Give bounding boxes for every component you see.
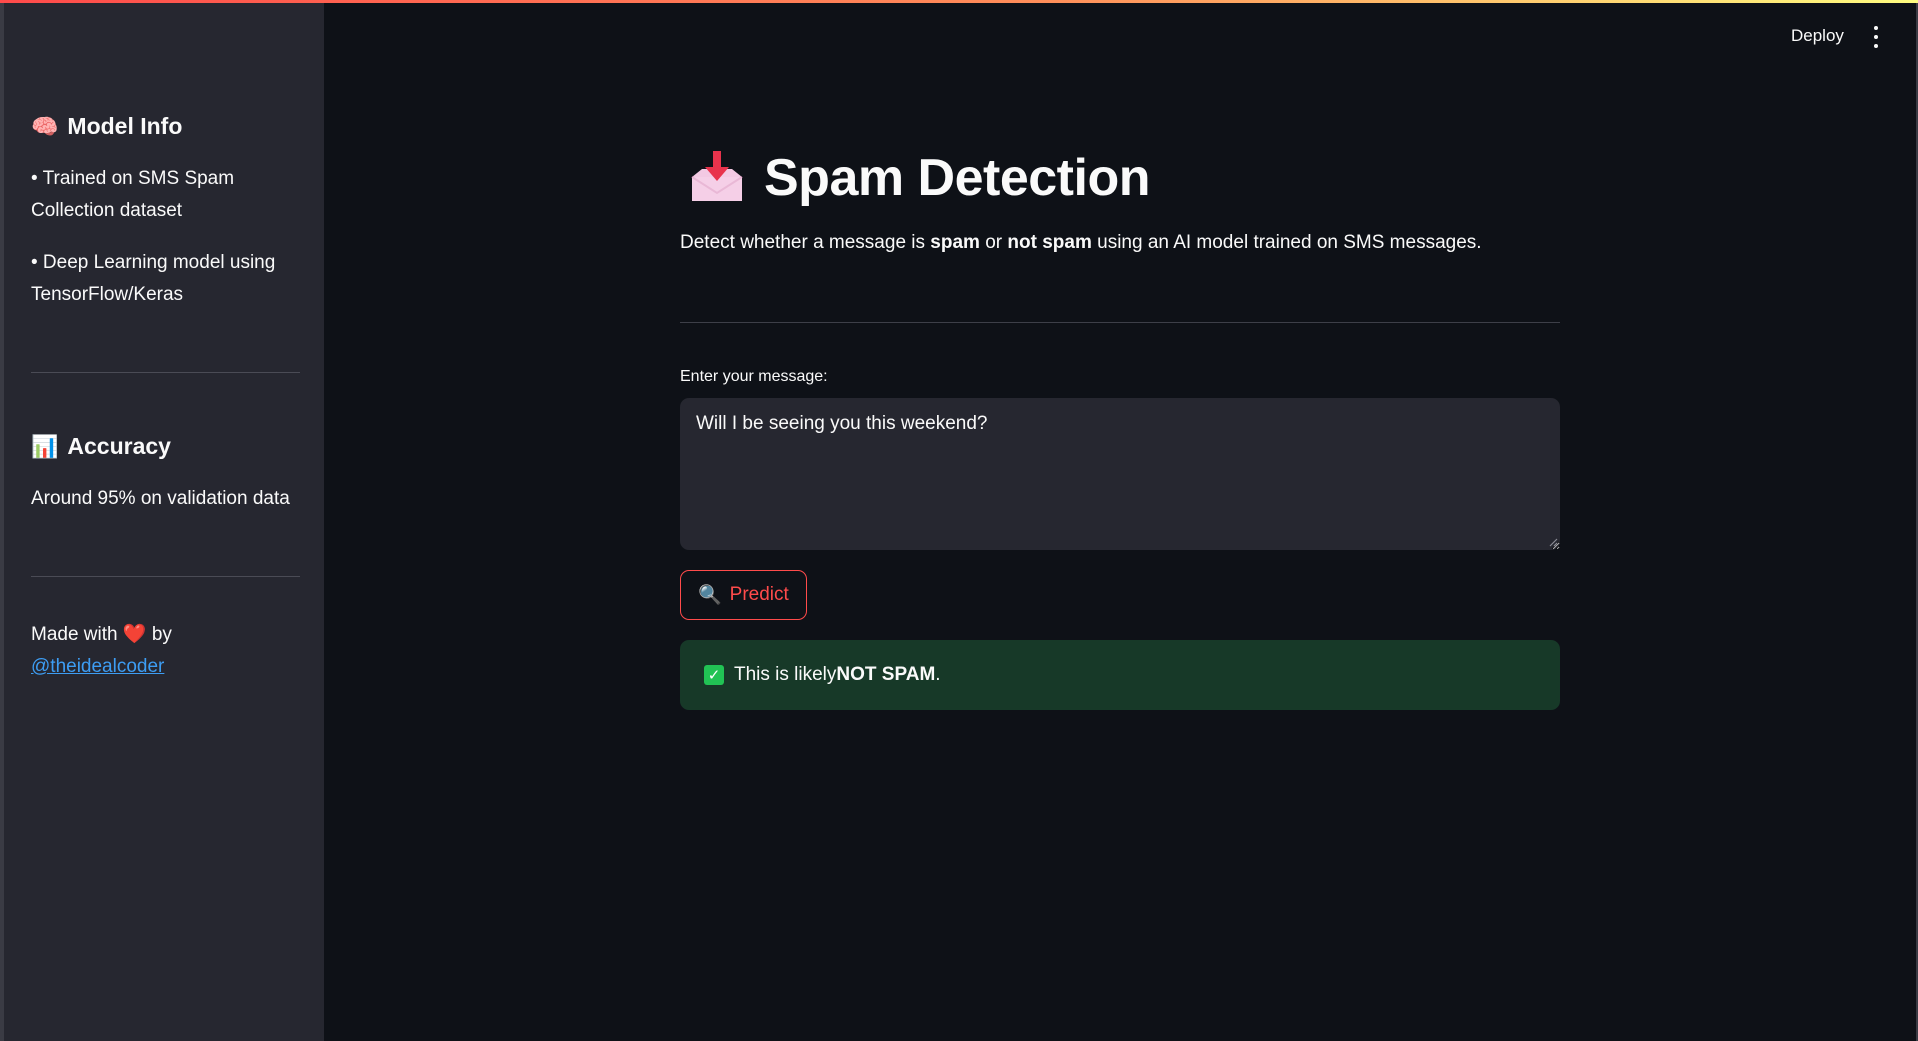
magnifier-icon: 🔍 [698, 585, 722, 606]
app-window: 🧠 Model Info • Trained on SMS Spam Colle… [0, 0, 1918, 1041]
accuracy-text: Around 95% on validation data [31, 488, 290, 509]
message-input-label: Enter your message: [680, 368, 828, 385]
footer-prefix: Made with [31, 624, 118, 645]
description-emphasis-spam: spam [930, 232, 980, 253]
window-left-edge [0, 0, 4, 1041]
brain-icon: 🧠 [31, 113, 59, 139]
result-suffix: . [935, 664, 941, 685]
model-info-bullet-framework: • Deep Learning model using TensorFlow/K… [31, 252, 276, 305]
description-text: using an AI model trained on SMS message… [1091, 232, 1482, 253]
resize-handle-icon[interactable] [1548, 537, 1558, 547]
page-title: Spam Detection [764, 149, 1150, 207]
deploy-button[interactable]: Deploy [1791, 26, 1844, 46]
model-info-title: Model Info [67, 113, 183, 139]
description-text: Detect whether a message is [680, 232, 931, 253]
model-info-bullet-dataset: • Trained on SMS Spam Collection dataset [31, 168, 235, 221]
author-link[interactable]: @theidealcoder [31, 656, 164, 677]
result-prefix: This is likely [734, 664, 837, 685]
model-info-heading: 🧠 Model Info [31, 113, 182, 140]
made-with-footer: Made with ❤️ by @theidealcoder [31, 619, 303, 683]
accuracy-heading: 📊 Accuracy [31, 433, 171, 460]
top-accent-bar [0, 0, 1918, 3]
page-header: Spam Detection [688, 148, 1150, 208]
inbox-tray-icon [691, 151, 743, 201]
check-mark-icon: ✓ [704, 665, 724, 685]
content-divider [680, 322, 1560, 323]
accuracy-title: Accuracy [67, 433, 171, 459]
predict-button-label: Predict [729, 584, 789, 605]
bar-chart-icon: 📊 [31, 433, 59, 459]
message-textarea[interactable]: Will I be seeing you this weekend? [680, 398, 1560, 550]
kebab-menu-icon[interactable] [1870, 26, 1882, 48]
description-emphasis-not-spam: not spam [1007, 232, 1092, 253]
sidebar: 🧠 Model Info • Trained on SMS Spam Colle… [4, 3, 324, 1041]
result-label: NOT SPAM [836, 664, 936, 685]
sidebar-divider [31, 372, 300, 373]
predict-button[interactable]: 🔍 Predict [680, 570, 807, 620]
heart-icon: ❤️ [122, 624, 147, 645]
description-text: or [979, 232, 1008, 253]
page-description: Detect whether a message is spam or not … [680, 232, 1560, 254]
result-alert: ✓ This is likely NOT SPAM. [680, 640, 1560, 710]
sidebar-divider [31, 576, 300, 577]
footer-suffix: by [151, 624, 172, 645]
